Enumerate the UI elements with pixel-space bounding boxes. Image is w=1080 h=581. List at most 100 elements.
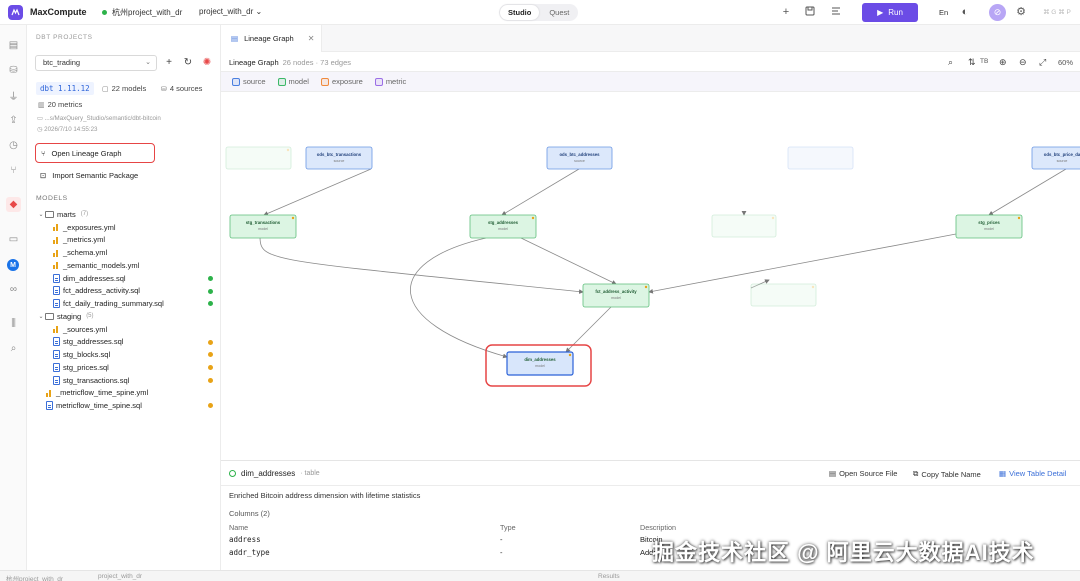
legend-label: source	[243, 77, 266, 86]
tree-file[interactable]: _sources.yml	[27, 323, 221, 336]
library-icon[interactable]: ⫼	[6, 316, 21, 331]
lineage-node-hidden[interactable]	[750, 283, 817, 307]
open-lineage-label: Open Lineage Graph	[51, 148, 122, 158]
inbox-icon[interactable]: ▭	[6, 232, 21, 247]
lineage-node-dim_addresses[interactable]: dim_addressesmodel	[506, 351, 574, 376]
lineage-node-ods_btc_transactions[interactable]: ods_btc_transactionssource	[305, 146, 373, 170]
close-icon[interactable]: ✕	[308, 34, 315, 43]
open-source-file-button[interactable]: ▤ Open Source File	[829, 469, 897, 478]
tree-file[interactable]: fct_address_activity.sql	[27, 285, 221, 298]
maxcompute-logo-icon[interactable]	[8, 5, 23, 20]
tree-file[interactable]: _exposures.yml	[27, 221, 221, 234]
lineage-node-hidden[interactable]	[787, 146, 854, 170]
avatar[interactable]: ⊘	[989, 4, 1006, 21]
search-icon[interactable]: ⌕	[948, 56, 953, 68]
gear-icon[interactable]: ⚙	[1015, 6, 1027, 18]
lineage-node-ods_btc_addresses[interactable]: ods_btc_addressessource	[546, 146, 613, 170]
tree-file[interactable]: _schema.yml	[27, 246, 221, 259]
tree-item-label: fct_address_activity.sql	[63, 286, 140, 296]
search-icon[interactable]: ⌕	[6, 341, 21, 356]
maxcompute-icon[interactable]: M	[7, 259, 19, 271]
plug-icon[interactable]: ⏚	[6, 88, 21, 103]
lineage-node-ods_btc_price_da[interactable]: ods_btc_price_dasource	[1031, 146, 1080, 170]
tree-file[interactable]: stg_blocks.sql	[27, 348, 221, 361]
palette-icon[interactable]: ◐	[959, 6, 971, 18]
chevron-down-icon[interactable]: ⌄	[37, 313, 45, 320]
legend-item-model[interactable]: model	[277, 77, 309, 86]
node-kind: source	[1057, 159, 1068, 163]
git-branch-icon[interactable]: ⑂	[6, 163, 21, 178]
lineage-graph-canvas[interactable]: ods_btc_transactions source ods_btc_addres…	[221, 92, 1080, 458]
chevron-down-icon[interactable]: ⌄	[37, 211, 45, 218]
lineage-graph-header: Lineage Graph 26 nodes · 73 edges ⌕ ⇅ TB …	[221, 52, 1080, 72]
watermark: 掘金技术社区 @ 阿里云大数据AI技术	[652, 540, 1035, 565]
tree-file[interactable]: fct_daily_trading_summary.sql	[27, 297, 221, 310]
column-row-name: addr_type	[229, 548, 270, 557]
tree-folder[interactable]: ⌄ staging (5)	[27, 310, 221, 323]
tree-file[interactable]: _metricflow_time_spine.yml	[27, 387, 221, 400]
tree-file[interactable]: _semantic_models.yml	[27, 259, 221, 272]
language-switch[interactable]: En	[939, 8, 948, 17]
zoom-out-icon[interactable]: ⊖	[1019, 56, 1027, 68]
add-icon[interactable]: +	[780, 6, 792, 18]
node-name: stg_addresses	[488, 220, 519, 225]
tree-file[interactable]: dim_addresses.sql	[27, 272, 221, 285]
direction-label[interactable]: TB	[980, 58, 988, 65]
refresh-icon[interactable]: ↻	[182, 57, 194, 69]
sources-count-label: 4 sources	[169, 84, 203, 93]
save-icon[interactable]	[804, 6, 816, 18]
mode-studio-button[interactable]: Studio	[500, 5, 540, 20]
node-status-dot	[644, 285, 648, 289]
import-semantic-package-button[interactable]: ⊡ Import Semantic Package	[35, 165, 138, 185]
lineage-node-hidden[interactable]	[711, 214, 777, 238]
database-icon[interactable]: ⛁	[6, 63, 21, 78]
sort-direction-icon[interactable]: ⇅	[968, 56, 976, 68]
column-header-type: Type	[500, 523, 516, 532]
tree-file[interactable]: _metrics.yml	[27, 234, 221, 247]
format-icon[interactable]	[830, 6, 842, 18]
lineage-node-stg_addresses[interactable]: stg_addressesmodel	[469, 214, 537, 239]
tree-folder[interactable]: ⌄ marts (7)	[27, 208, 221, 221]
zoom-in-icon[interactable]: ⊕	[999, 56, 1007, 68]
dbt-logo-icon[interactable]: ✺	[201, 57, 213, 69]
project-selector[interactable]: project_with_dr ⌄	[199, 7, 262, 16]
lineage-node-hidden[interactable]	[225, 146, 292, 170]
legend-item-exposure[interactable]: exposure	[320, 77, 363, 86]
upload-icon[interactable]: ⇪	[6, 113, 21, 128]
tab-lineage-graph[interactable]: ▤ Lineage Graph ✕	[221, 25, 322, 52]
lineage-node-stg_prices[interactable]: stg_pricesmodel	[955, 214, 1023, 239]
lineage-node-fct_address_activity[interactable]: fct_address_activitymodel	[582, 283, 650, 308]
document-icon[interactable]: ▤	[6, 38, 21, 53]
node-status-dot	[568, 353, 572, 357]
open-lineage-graph-button[interactable]: ⑂ Open Lineage Graph	[35, 143, 155, 163]
project-select[interactable]: btc_trading ⌄	[35, 55, 157, 71]
add-project-button[interactable]: +	[163, 57, 175, 69]
tree-file[interactable]: stg_addresses.sql	[27, 336, 221, 349]
document-icon: ▤	[231, 34, 239, 43]
link-icon[interactable]: ∞	[6, 282, 21, 297]
view-table-detail-button[interactable]: ▦ View Table Detail	[999, 469, 1066, 478]
node-kind: source	[334, 159, 345, 163]
copy-table-name-button[interactable]: ⧉ Copy Table Name	[913, 469, 981, 479]
dbt-icon[interactable]: ◆	[6, 197, 21, 212]
tree-file[interactable]: stg_prices.sql	[27, 361, 221, 374]
lineage-node-stg_transactions[interactable]: stg_transactionsmodel	[229, 214, 297, 239]
lineage-graph-svg[interactable]: ods_btc_transactionssource ods_btc_addres…	[221, 92, 1080, 458]
run-button[interactable]: ▶ Run	[862, 3, 918, 22]
tree-item-count: (5)	[86, 313, 94, 320]
clock-icon[interactable]: ◷	[6, 138, 21, 153]
node-status-dot	[291, 216, 295, 220]
column-row-name: address	[229, 535, 261, 544]
legend-swatch	[374, 77, 383, 86]
tree-file[interactable]: stg_transactions.sql	[27, 374, 221, 387]
node-box	[750, 283, 817, 307]
lineage-edge	[263, 168, 372, 216]
project-location-selector[interactable]: 杭州project_with_dr	[102, 7, 182, 18]
fit-view-icon[interactable]: ⤢	[1039, 56, 1046, 68]
results-toggle[interactable]: Results	[598, 573, 620, 580]
tree-file[interactable]: metricflow_time_spine.sql	[27, 399, 221, 412]
legend-item-metric[interactable]: metric	[374, 77, 406, 86]
status-project: project_with_dr	[98, 573, 143, 580]
legend-item-source[interactable]: source	[232, 77, 266, 86]
mode-quest-button[interactable]: Quest	[541, 5, 577, 20]
